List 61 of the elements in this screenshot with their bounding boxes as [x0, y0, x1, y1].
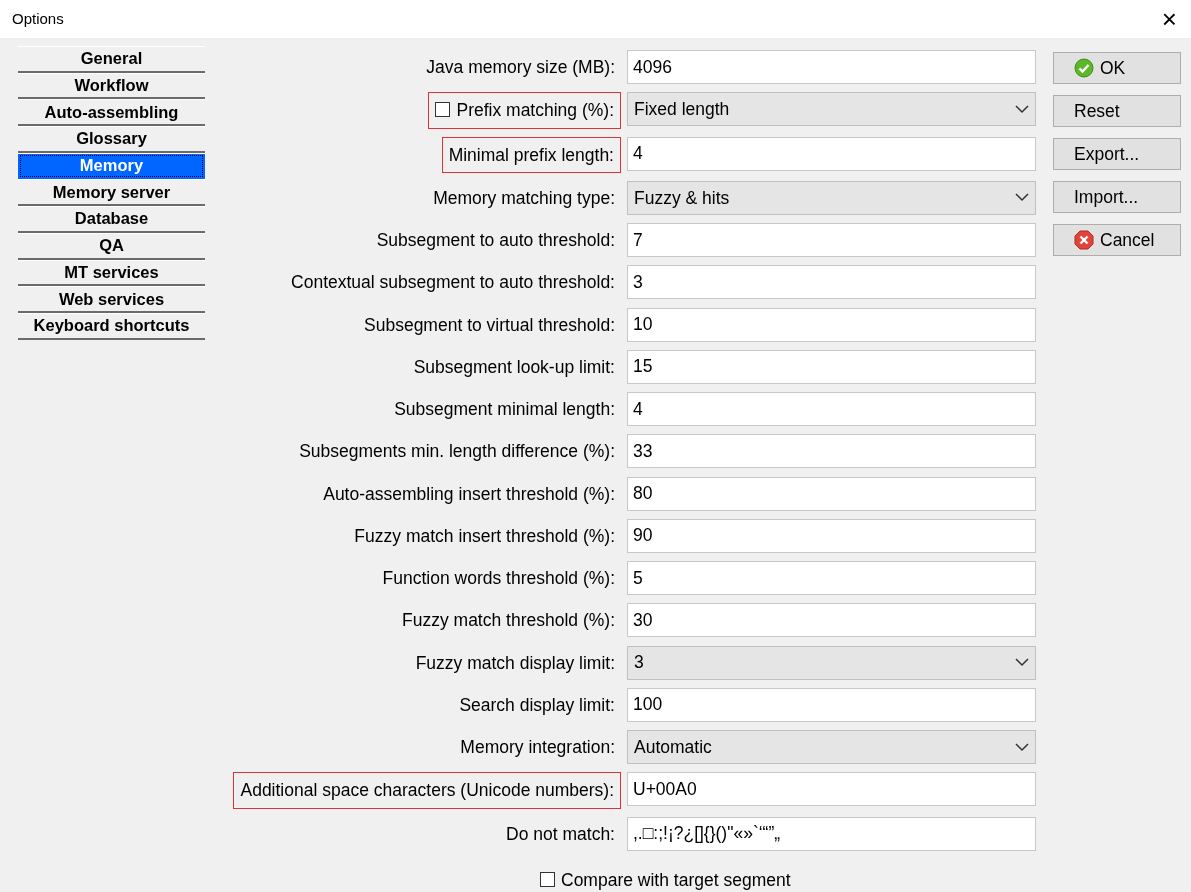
input-field[interactable]: 7 [627, 223, 1036, 257]
dropdown[interactable]: Fuzzy & hits [627, 180, 1036, 215]
sidebar-tab[interactable]: Memory server [18, 179, 205, 207]
field-label: Prefix matching (%): [456, 100, 614, 121]
field-label: Minimal prefix length: [448, 144, 614, 165]
input-field[interactable]: 100 [627, 687, 1036, 722]
sidebar-tab[interactable]: Keyboard shortcuts [18, 312, 205, 340]
dropdown[interactable]: Fixed length [627, 92, 1036, 127]
input-field[interactable]: 80 [627, 476, 1036, 511]
sidebar-tab[interactable]: Web services [18, 286, 205, 313]
checkbox[interactable] [435, 102, 451, 118]
field-label: Java memory size (MB): [426, 57, 615, 77]
input-field[interactable]: 90 [627, 518, 1036, 553]
input-field[interactable]: 30 [627, 603, 1036, 638]
check-icon [1074, 58, 1094, 78]
field-label: Subsegment to auto threshold: [376, 230, 615, 250]
dialog-button[interactable]: OK [1053, 52, 1181, 84]
sidebar-tab[interactable]: General [18, 46, 205, 73]
window-title: Options [12, 8, 64, 29]
sidebar-tab[interactable]: Database [18, 206, 205, 233]
sidebar-tab[interactable]: QA [18, 232, 205, 260]
input-field[interactable]: 4096 [627, 50, 1036, 84]
checkbox-label: Compare with target segment [561, 868, 791, 892]
input-field[interactable]: ,.□:;!¡?¿[]{}()"«»`‘“”„ [627, 816, 1036, 851]
field-label: Fuzzy match threshold (%): [402, 610, 615, 631]
sidebar-tab[interactable]: Workflow [18, 72, 205, 100]
input-field[interactable]: 33 [627, 434, 1036, 469]
field-label: Function words threshold (%): [382, 568, 615, 588]
field-label: Auto-assembling insert threshold (%): [323, 483, 615, 504]
dialog-button[interactable]: Import... [1053, 181, 1181, 213]
sidebar-tab[interactable]: Auto-assembling [18, 99, 205, 127]
input-field[interactable]: 10 [627, 307, 1036, 342]
input-field[interactable]: 4 [627, 136, 1036, 171]
field-label: Memory matching type: [433, 187, 615, 208]
input-field[interactable]: 3 [627, 265, 1036, 300]
sidebar-tab[interactable]: MT services [18, 259, 205, 287]
dialog-button[interactable]: Cancel [1053, 224, 1181, 256]
field-label: Subsegment minimal length: [394, 399, 615, 419]
dialog-button[interactable]: Reset [1053, 95, 1181, 127]
dropdown[interactable]: 3 [627, 645, 1036, 680]
field-label: Do not match: [506, 823, 615, 844]
field-label: Memory integration: [460, 737, 615, 757]
dialog-button[interactable]: Export... [1053, 138, 1181, 170]
input-field[interactable]: 15 [627, 349, 1036, 384]
field-label: Fuzzy match insert threshold (%): [354, 525, 615, 546]
input-field[interactable]: 5 [627, 561, 1036, 595]
field-label: Subsegment to virtual threshold: [364, 314, 615, 335]
field-label: Additional space characters (Unicode numbers): [240, 780, 614, 801]
input-field[interactable]: 4 [627, 392, 1036, 426]
close-button[interactable]: × [1157, 6, 1181, 32]
input-field[interactable]: U+00A0 [627, 772, 1036, 807]
checkbox[interactable] [540, 872, 555, 888]
dropdown[interactable]: Automatic [627, 730, 1036, 764]
field-label: Fuzzy match display limit: [415, 652, 615, 673]
field-label: Search display limit: [459, 694, 615, 715]
sidebar-tab[interactable]: Memory [18, 152, 205, 180]
field-label: Contextual subsegment to auto threshold: [291, 272, 615, 293]
sidebar-tab[interactable]: Glossary [18, 126, 205, 153]
close-icon [1074, 230, 1094, 250]
field-label: Subsegments min. length difference (%): [299, 441, 615, 462]
field-label: Subsegment look-up limit: [413, 356, 615, 377]
